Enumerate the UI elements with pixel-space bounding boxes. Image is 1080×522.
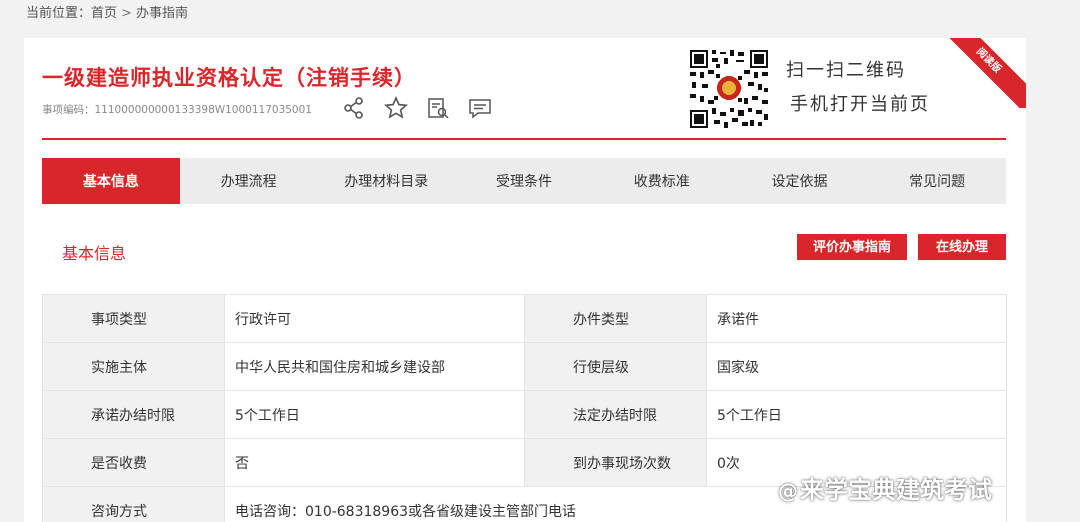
table-value: 中华人民共和国住房和城乡建设部	[224, 342, 525, 391]
table-label: 法定办结时限	[524, 390, 707, 439]
table-row: 事项类型 行政许可 办件类型 承诺件	[42, 294, 1007, 343]
table-row: 实施主体 中华人民共和国住房和城乡建设部 行使层级 国家级	[42, 342, 1007, 391]
table-row: 承诺办结时限 5个工作日 法定办结时限 5个工作日	[42, 390, 1007, 439]
qr-code-icon	[688, 48, 770, 130]
tab-conditions[interactable]: 受理条件	[455, 158, 593, 204]
table-label: 承诺办结时限	[42, 390, 225, 439]
corner-ribbon-label: 阅读版	[937, 38, 1026, 108]
table-label: 是否收费	[42, 438, 225, 487]
tab-basic-info[interactable]: 基本信息	[42, 158, 180, 204]
table-value: 行政许可	[224, 294, 525, 343]
share-icon[interactable]	[340, 94, 368, 122]
guide-card: 一级建造师执业资格认定（注销手续） 事项编码：11100000000013339…	[24, 38, 1026, 522]
breadcrumb-prefix: 当前位置：	[26, 6, 92, 21]
table-label: 到办事现场次数	[524, 438, 707, 487]
star-icon[interactable]	[382, 94, 410, 122]
section-title: 基本信息	[62, 244, 127, 263]
watermark-at: @	[778, 479, 798, 503]
qr-caption-line1: 扫一扫二维码	[786, 60, 906, 81]
table-value: 5个工作日	[706, 390, 1007, 439]
table-value: 否	[224, 438, 525, 487]
tab-fees[interactable]: 收费标准	[593, 158, 731, 204]
watermark: @来学宝典建筑考试	[778, 470, 992, 505]
corner-ribbon[interactable]: 阅读版	[936, 38, 1026, 108]
tab-legal-basis[interactable]: 设定依据	[731, 158, 869, 204]
title-divider	[42, 138, 1006, 140]
table-value: 承诺件	[706, 294, 1007, 343]
breadcrumb-separator: >	[121, 6, 132, 21]
breadcrumb-home-link[interactable]: 首页	[91, 6, 117, 21]
action-icons	[340, 94, 494, 122]
watermark-text: 来学宝典建筑考试	[800, 476, 992, 504]
evaluate-guide-button[interactable]: 评价办事指南	[797, 234, 907, 260]
tab-materials[interactable]: 办理材料目录	[317, 158, 455, 204]
qr-caption: 扫一扫二维码 手机打开当前页	[786, 54, 930, 122]
breadcrumb: 当前位置：首页 > 办事指南	[26, 2, 188, 21]
document-search-icon[interactable]	[424, 94, 452, 122]
table-value: 国家级	[706, 342, 1007, 391]
table-label: 事项类型	[42, 294, 225, 343]
table-label: 咨询方式	[42, 486, 225, 522]
tab-bar: 基本信息 办理流程 办理材料目录 受理条件 收费标准 设定依据 常见问题	[42, 158, 1006, 204]
breadcrumb-current: 办事指南	[135, 6, 188, 21]
table-label: 行使层级	[524, 342, 707, 391]
table-label: 实施主体	[42, 342, 225, 391]
page-title: 一级建造师执业资格认定（注销手续）	[42, 66, 416, 90]
online-apply-button[interactable]: 在线办理	[918, 234, 1006, 260]
qr-caption-line2: 手机打开当前页	[790, 94, 930, 115]
tab-faq[interactable]: 常见问题	[868, 158, 1006, 204]
table-label: 办件类型	[524, 294, 707, 343]
tab-process[interactable]: 办理流程	[180, 158, 318, 204]
table-value: 5个工作日	[224, 390, 525, 439]
comment-icon[interactable]	[466, 94, 494, 122]
item-code: 事项编码：111000000000133398W1000117035001	[42, 104, 312, 116]
